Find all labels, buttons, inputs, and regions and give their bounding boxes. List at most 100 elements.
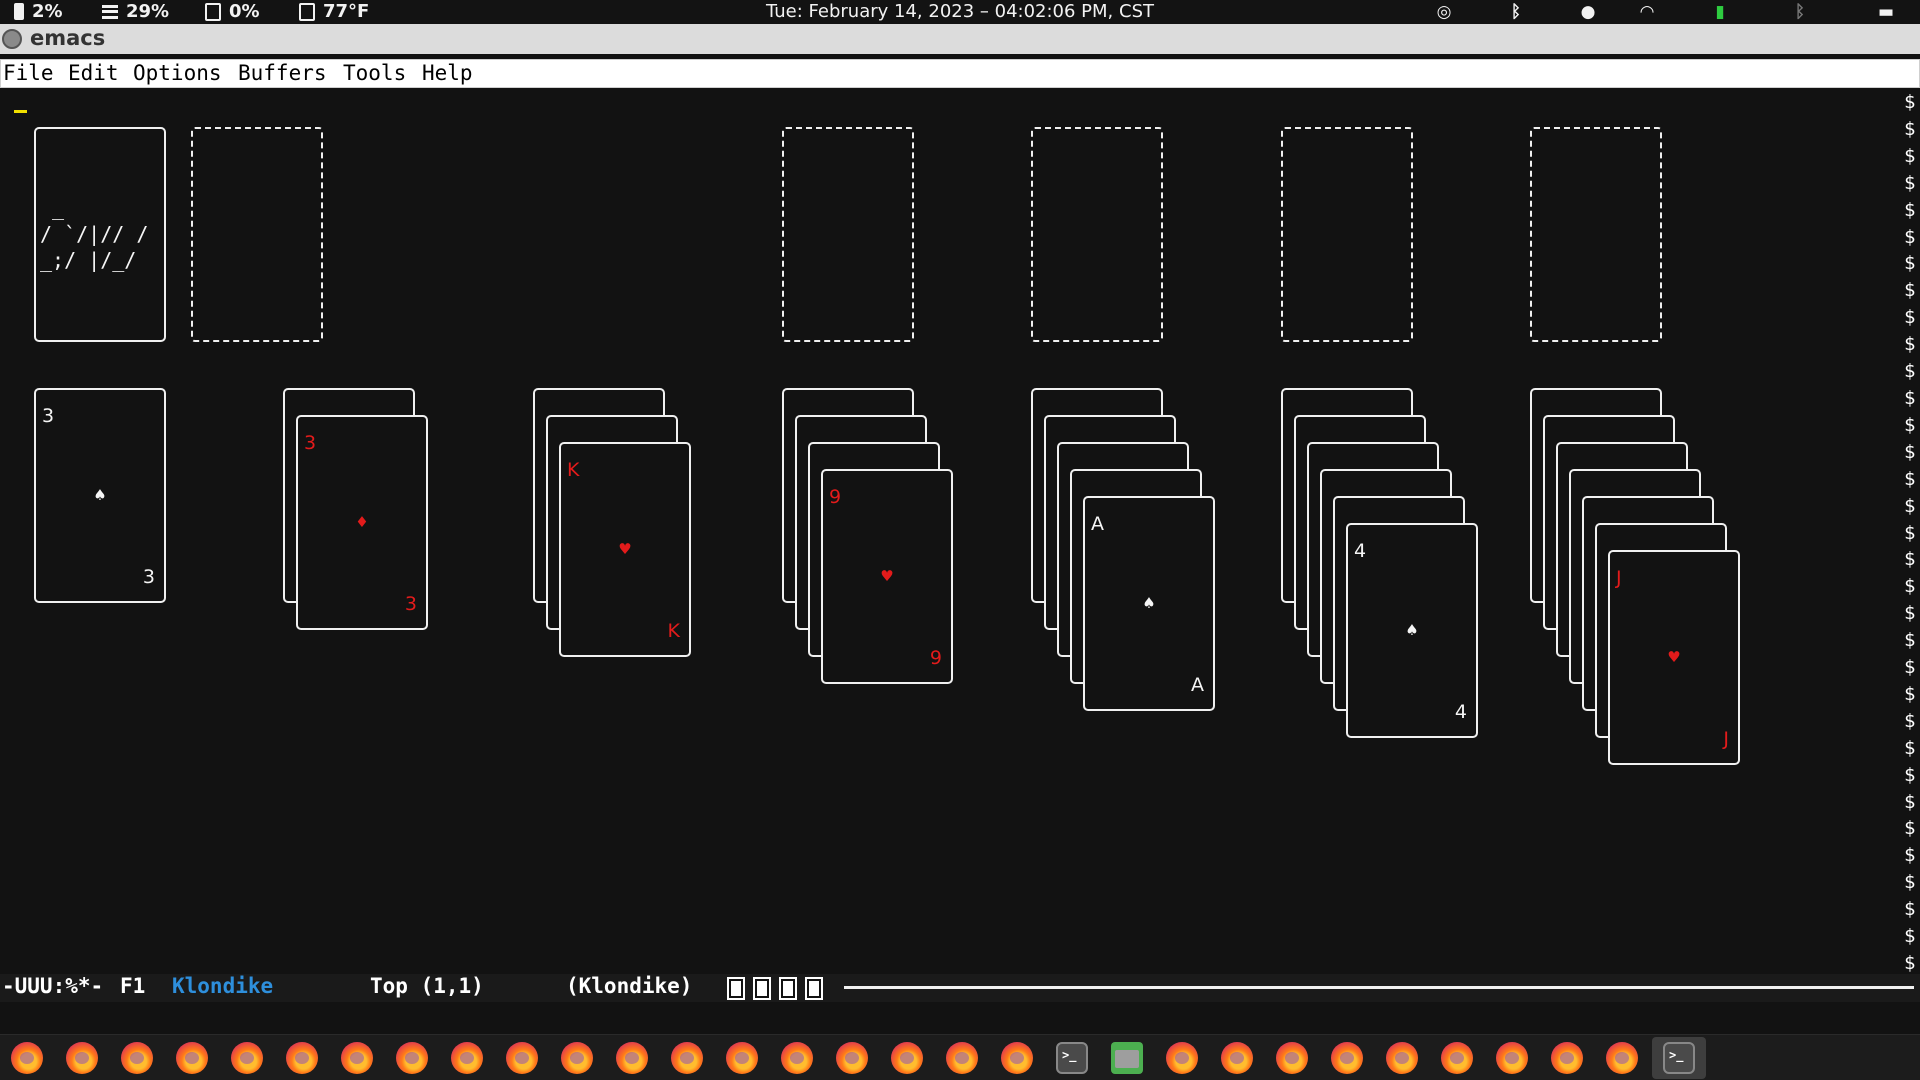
card-rank-top: J <box>1616 567 1622 589</box>
foundation-slot-2[interactable] <box>1031 127 1163 342</box>
modeline-frame: F1 <box>120 974 146 998</box>
card-rank-top: 4 <box>1354 540 1367 562</box>
taskbar-dock <box>0 1034 1920 1080</box>
card-rank-top: K <box>567 459 580 481</box>
firefox-icon[interactable] <box>1166 1042 1198 1074</box>
indicator-box <box>779 977 797 1000</box>
card-rank-top: 9 <box>829 486 842 508</box>
face-up-card[interactable]: 4 ♠ 4 <box>1346 523 1478 738</box>
firefox-icon[interactable] <box>561 1042 593 1074</box>
card-back-art: _ / `/|// / _;/ |/_/ <box>40 196 149 272</box>
terminal-icon[interactable] <box>1663 1042 1695 1074</box>
face-up-card[interactable]: 3 ♠ 3 <box>34 388 166 603</box>
firefox-icon[interactable] <box>726 1042 758 1074</box>
menu-buffers[interactable]: Buffers <box>238 61 327 85</box>
card-rank-top: 3 <box>42 405 55 427</box>
card-suit-pip: ♥ <box>880 567 894 585</box>
firefox-icon[interactable] <box>121 1042 153 1074</box>
menu-edit[interactable]: Edit <box>68 61 119 85</box>
firefox-icon[interactable] <box>1441 1042 1473 1074</box>
menu-help[interactable]: Help <box>422 61 473 85</box>
card-suit-pip: ♥ <box>618 540 632 558</box>
card-rank-bottom: K <box>667 620 680 642</box>
card-suit-pip: ♥ <box>1667 648 1681 666</box>
files-icon[interactable] <box>1111 1042 1143 1074</box>
notifications-icon[interactable]: ▬ <box>1876 2 1896 22</box>
modeline-major-mode[interactable]: (Klondike) <box>566 974 692 998</box>
card-rank-top: 3 <box>304 432 317 454</box>
firefox-icon[interactable] <box>1551 1042 1583 1074</box>
firefox-icon[interactable] <box>946 1042 978 1074</box>
card-rank-bottom: J <box>1723 728 1729 750</box>
firefox-icon[interactable] <box>1001 1042 1033 1074</box>
menu-bar: File Edit Options Buffers Tools Help <box>0 59 1920 88</box>
firefox-icon[interactable] <box>11 1042 43 1074</box>
menu-options[interactable]: Options <box>133 61 222 85</box>
face-up-card[interactable]: J ♥ J <box>1608 550 1740 765</box>
firefox-icon[interactable] <box>781 1042 813 1074</box>
indicator-box <box>805 977 823 1000</box>
card-rank-bottom: 4 <box>1454 701 1467 723</box>
firefox-icon[interactable] <box>506 1042 538 1074</box>
card-rank-top: A <box>1091 513 1104 535</box>
indicator-box <box>727 977 745 1000</box>
foundation-slot-3[interactable] <box>1281 127 1413 342</box>
firefox-icon[interactable] <box>286 1042 318 1074</box>
card-suit-pip: ♦ <box>355 513 369 531</box>
modeline-buffer-name[interactable]: Klondike <box>172 974 273 998</box>
text-cursor <box>14 110 27 113</box>
modeline-indicator-boxes <box>727 977 823 1000</box>
face-up-card[interactable]: 9 ♥ 9 <box>821 469 953 684</box>
firefox-icon[interactable] <box>1221 1042 1253 1074</box>
firefox-icon[interactable] <box>231 1042 263 1074</box>
bluetooth-disabled-icon[interactable]: ᛒ <box>1790 2 1810 22</box>
card-rank-bottom: 9 <box>929 647 942 669</box>
echo-area[interactable] <box>0 1002 1920 1034</box>
face-up-card[interactable]: A ♠ A <box>1083 496 1215 711</box>
firefox-icon[interactable] <box>1331 1042 1363 1074</box>
firefox-icon[interactable] <box>176 1042 208 1074</box>
mode-line[interactable]: -UUU:%*- F1 Klondike Top (1,1) (Klondike… <box>0 974 1920 1002</box>
card-rank-bottom: A <box>1191 674 1204 696</box>
battery-charging-icon[interactable]: ▮ <box>1710 2 1730 22</box>
card-suit-pip: ♠ <box>1142 594 1156 612</box>
indicator-box <box>753 977 771 1000</box>
modeline-rule <box>844 986 1914 989</box>
menu-tools[interactable]: Tools <box>343 61 406 85</box>
firefox-icon[interactable] <box>451 1042 483 1074</box>
foundation-slot-1[interactable] <box>782 127 914 342</box>
privacy-eye-icon[interactable]: ◎ <box>1434 2 1454 22</box>
menu-file[interactable]: File <box>3 61 54 85</box>
foundation-slot-4[interactable] <box>1530 127 1662 342</box>
microphone-icon[interactable]: ● <box>1578 2 1598 22</box>
card-suit-pip: ♠ <box>93 486 107 504</box>
system-status-bar: 2% 29% 0% 77°F Tue: February 14, 2023 – … <box>0 0 1920 24</box>
card-rank-bottom: 3 <box>404 593 417 615</box>
klondike-buffer[interactable]: _ / `/|// / _;/ |/_/ 3 ♠ 3 3 ♦ 3 K ♥ K 9 ♥ 9 A ♠ A 4 ♠ 4 J… <box>0 89 1920 974</box>
waste-pile-empty[interactable] <box>191 127 323 342</box>
window-titlebar[interactable]: emacs <box>0 24 1920 54</box>
window-title: emacs <box>30 26 106 50</box>
firefox-icon[interactable] <box>671 1042 703 1074</box>
wifi-icon[interactable]: ◠ <box>1637 2 1657 22</box>
firefox-icon[interactable] <box>836 1042 868 1074</box>
bluetooth-icon[interactable]: ᛒ <box>1506 2 1526 22</box>
firefox-icon[interactable] <box>66 1042 98 1074</box>
face-up-card[interactable]: 3 ♦ 3 <box>296 415 428 630</box>
emacs-app-icon <box>2 29 22 49</box>
stock-pile[interactable]: _ / `/|// / _;/ |/_/ <box>34 127 166 342</box>
firefox-icon[interactable] <box>341 1042 373 1074</box>
card-suit-pip: ♠ <box>1405 621 1419 639</box>
system-tray: ◎ ᛒ ● ◠ ▮ ᛒ ▬ <box>1400 0 1920 24</box>
firefox-icon[interactable] <box>891 1042 923 1074</box>
face-up-card[interactable]: K ♥ K <box>559 442 691 657</box>
firefox-icon[interactable] <box>1496 1042 1528 1074</box>
card-rank-bottom: 3 <box>142 566 155 588</box>
firefox-icon[interactable] <box>396 1042 428 1074</box>
modeline-status: -UUU:%*- <box>2 974 104 998</box>
firefox-icon[interactable] <box>1606 1042 1638 1074</box>
firefox-icon[interactable] <box>616 1042 648 1074</box>
firefox-icon[interactable] <box>1386 1042 1418 1074</box>
terminal-icon[interactable] <box>1056 1042 1088 1074</box>
firefox-icon[interactable] <box>1276 1042 1308 1074</box>
